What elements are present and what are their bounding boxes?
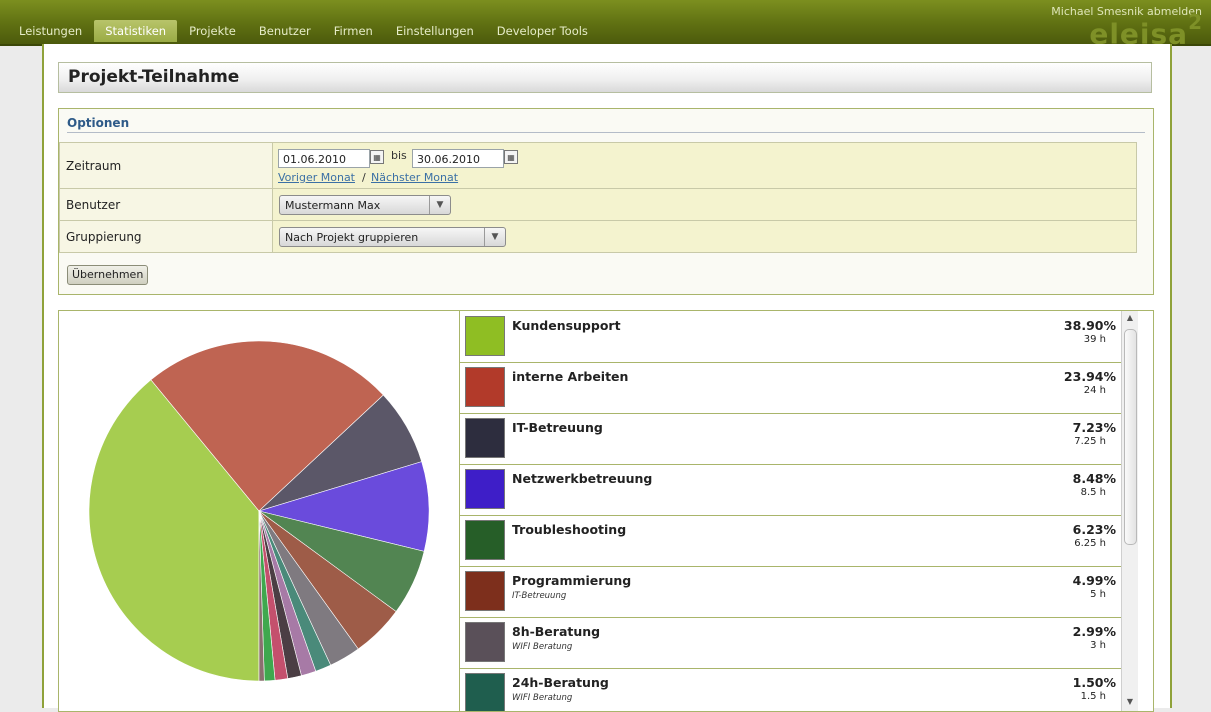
arrow-down-icon[interactable]: ▼ (1122, 697, 1138, 706)
results-panel: Kundensupport 38.90% 39 h interne Arbeiten 2… (58, 310, 1154, 712)
legend-swatch (465, 469, 505, 509)
legend-item-hours: 3 h (1090, 640, 1106, 651)
nav-leistungen[interactable]: Leistungen (8, 20, 93, 42)
legend-item: IT-Betreuung 7.23% 7.25 h (460, 413, 1138, 465)
nav-benutzer[interactable]: Benutzer (248, 20, 322, 42)
chevron-down-icon: ▼ (484, 228, 505, 246)
benutzer-selected: Mustermann Max (285, 199, 381, 212)
nav-firmen[interactable]: Firmen (323, 20, 384, 42)
nav-einstellungen[interactable]: Einstellungen (385, 20, 485, 42)
legend-item-hours: 8.5 h (1080, 487, 1106, 498)
gruppierung-selected: Nach Projekt gruppieren (285, 231, 419, 244)
brand-sup: 2 (1188, 10, 1203, 34)
legend-item-percent: 38.90% (1063, 318, 1116, 333)
legend-item-percent: 1.50% (1072, 675, 1116, 690)
top-bar: Michael Smesnik abmelden eleisa2 Leistun… (0, 0, 1211, 50)
benutzer-select[interactable]: Mustermann Max ▼ (279, 195, 451, 215)
options-title: Optionen (67, 116, 1145, 133)
pie-chart-container (59, 311, 459, 711)
calendar-icon[interactable]: ▦ (370, 150, 384, 164)
legend-item-hours: 6.25 h (1074, 538, 1106, 549)
legend-item-percent: 7.23% (1072, 420, 1116, 435)
date-from-input[interactable]: 01.06.2010 (278, 149, 370, 168)
legend-item-sub: IT-Betreuung (512, 591, 567, 601)
options-panel: Optionen Zeitraum 01.06.2010 ▦ bis 30.06… (58, 108, 1154, 295)
main-nav: Leistungen Statistiken Projekte Benutzer… (8, 20, 600, 44)
bis-label: bis (391, 149, 407, 162)
legend-swatch (465, 622, 505, 662)
legend-swatch (465, 367, 505, 407)
legend-item-hours: 24 h (1083, 385, 1106, 396)
legend-item-hours: 5 h (1090, 589, 1106, 600)
gruppierung-cell: Nach Projekt gruppieren ▼ (273, 220, 1137, 253)
page-content: Projekt-Teilnahme Optionen Zeitraum 01.0… (42, 44, 1172, 712)
legend-item: Programmierung IT-Betreuung 4.99% 5 h (460, 566, 1138, 618)
legend-swatch (465, 520, 505, 560)
next-month-link[interactable]: Nächster Monat (371, 171, 458, 184)
apply-button[interactable]: Übernehmen (67, 265, 149, 285)
legend-item-percent: 2.99% (1072, 624, 1116, 639)
month-separator: / (362, 171, 366, 184)
nav-statistiken[interactable]: Statistiken (94, 20, 178, 42)
zeitraum-label: Zeitraum (59, 142, 273, 189)
legend-swatch (465, 418, 505, 458)
calendar-icon[interactable]: ▦ (504, 150, 518, 164)
legend-item: Troubleshooting 6.23% 6.25 h (460, 515, 1138, 567)
legend-item-name: 8h-Beratung (512, 624, 601, 639)
nav-projekte[interactable]: Projekte (178, 20, 247, 42)
page-title-box: Projekt-Teilnahme (58, 62, 1152, 93)
legend-scrollbar[interactable]: ▲ ▼ (1121, 311, 1138, 711)
gruppierung-select[interactable]: Nach Projekt gruppieren ▼ (279, 227, 506, 247)
legend-item-percent: 4.99% (1072, 573, 1116, 588)
legend-item-percent: 23.94% (1063, 369, 1116, 384)
chevron-down-icon: ▼ (429, 196, 450, 214)
legend-item-name: 24h-Beratung (512, 675, 609, 690)
benutzer-label: Benutzer (59, 188, 273, 221)
legend-item: 8h-Beratung WIFI Beratung 2.99% 3 h (460, 617, 1138, 669)
legend-item: Netzwerkbetreuung 8.48% 8.5 h (460, 464, 1138, 516)
legend-list: Kundensupport 38.90% 39 h interne Arbeiten 2… (459, 311, 1138, 711)
scroll-thumb[interactable] (1124, 329, 1137, 545)
legend-item-percent: 6.23% (1072, 522, 1116, 537)
legend-item-hours: 1.5 h (1080, 691, 1106, 702)
legend-item-name: Netzwerkbetreuung (512, 471, 653, 486)
nav-developer-tools[interactable]: Developer Tools (486, 20, 599, 42)
legend-item: interne Arbeiten 23.94% 24 h (460, 362, 1138, 414)
pie-chart (88, 340, 430, 682)
legend-item-name: Programmierung (512, 573, 632, 588)
legend-item-name: interne Arbeiten (512, 369, 629, 384)
date-to-input[interactable]: 30.06.2010 (412, 149, 504, 168)
legend-item-sub: WIFI Beratung (512, 642, 573, 652)
legend-item-percent: 8.48% (1072, 471, 1116, 486)
prev-month-link[interactable]: Voriger Monat (278, 171, 355, 184)
legend-item-hours: 39 h (1083, 334, 1106, 345)
legend-item-name: Troubleshooting (512, 522, 627, 537)
legend-item-name: IT-Betreuung (512, 420, 603, 435)
benutzer-cell: Mustermann Max ▼ (273, 188, 1137, 221)
arrow-up-icon[interactable]: ▲ (1122, 313, 1138, 322)
legend-swatch (465, 316, 505, 356)
zeitraum-cell: 01.06.2010 ▦ bis 30.06.2010 ▦ Voriger Mo… (273, 142, 1137, 189)
legend-item-hours: 7.25 h (1074, 436, 1106, 447)
page-title: Projekt-Teilnahme (68, 67, 240, 87)
legend-item-name: Kundensupport (512, 318, 621, 333)
legend-swatch (465, 571, 505, 611)
legend-item: Kundensupport 38.90% 39 h (460, 311, 1138, 363)
gruppierung-label: Gruppierung (59, 220, 273, 253)
legend-swatch (465, 673, 505, 711)
legend-item-sub: WIFI Beratung (512, 693, 573, 703)
legend-item: 24h-Beratung WIFI Beratung 1.50% 1.5 h (460, 668, 1138, 711)
